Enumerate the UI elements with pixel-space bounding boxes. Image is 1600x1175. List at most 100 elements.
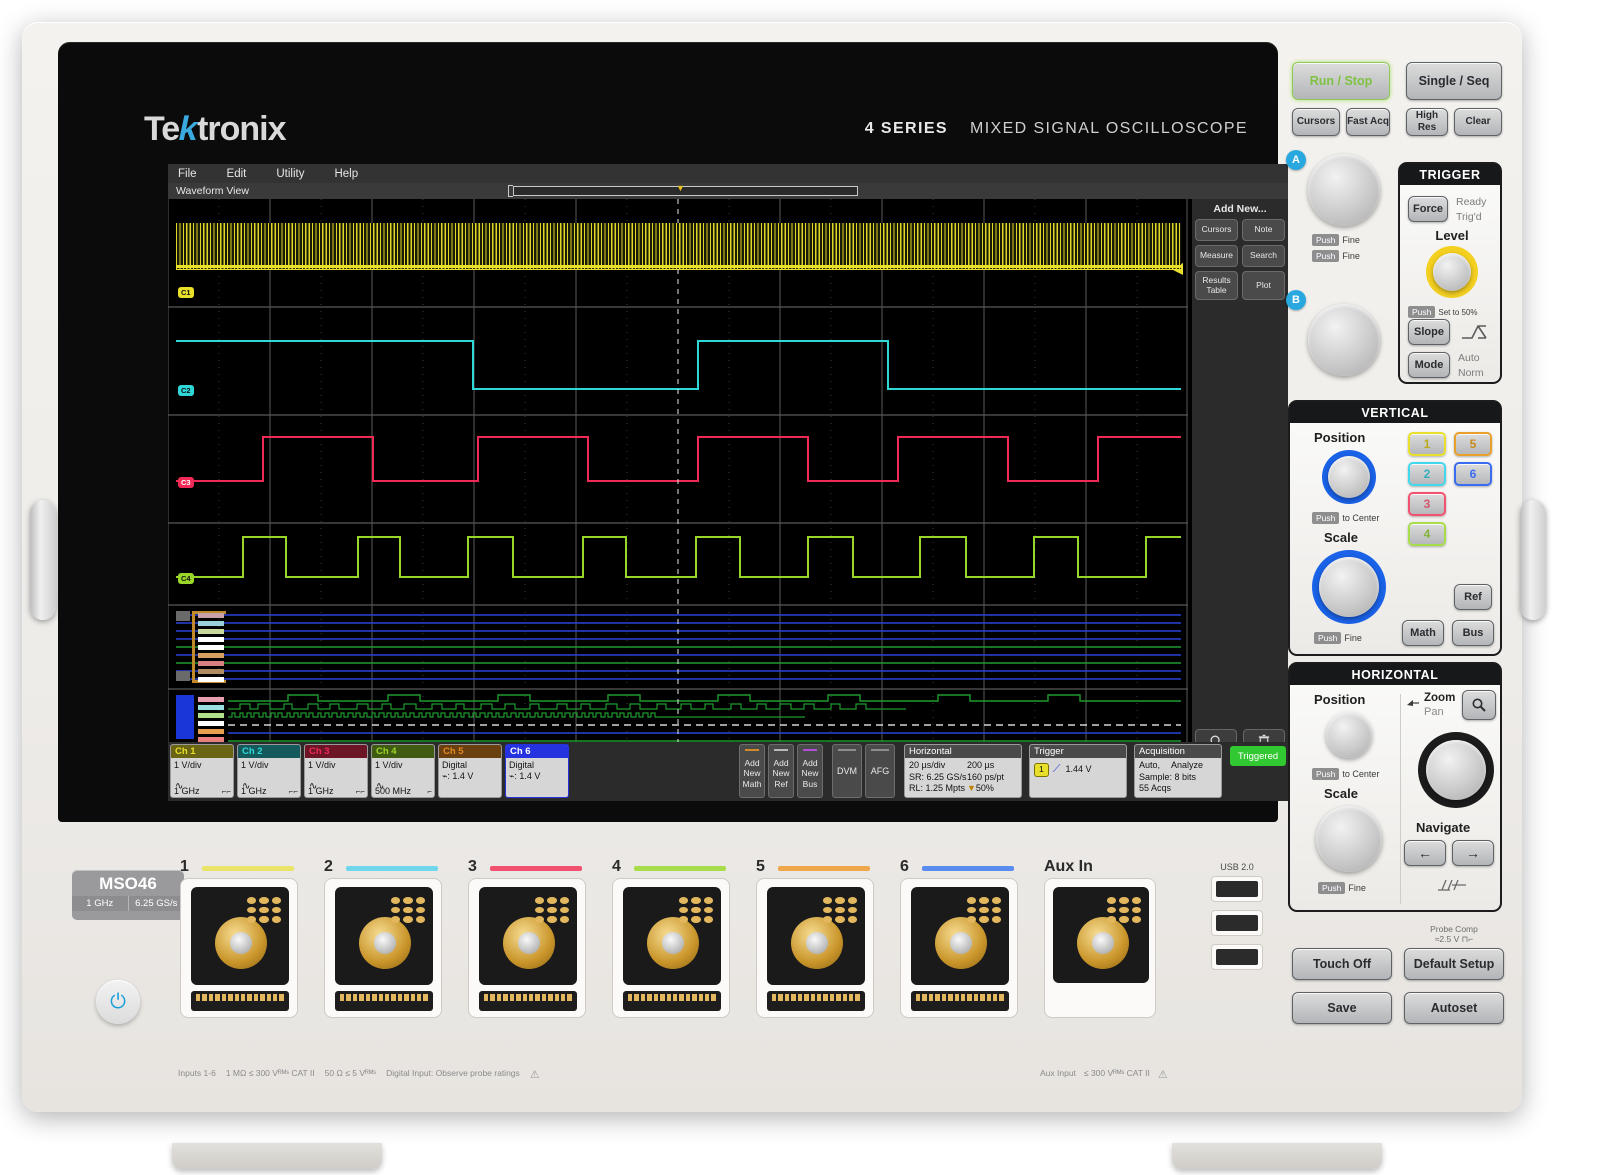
add-new-ref-button[interactable]: Add New Ref <box>768 744 794 798</box>
add-new-bus-button[interactable]: Add New Bus <box>797 744 823 798</box>
vertical-channel-6-button[interactable]: 6 <box>1454 462 1492 486</box>
mode-button[interactable]: Mode <box>1408 352 1450 378</box>
vertical-channel-1-button[interactable]: 1 <box>1408 432 1446 456</box>
probe-comp-line2: ≈2.5 V ⊓⌐ <box>1434 934 1474 944</box>
vertical-position-knob[interactable] <box>1328 456 1370 498</box>
front-panel-inputs: MSO46 1 GHz 6.25 GS/s ⏻ 1 2 3 4 5 6 Aux … <box>58 840 1280 1090</box>
power-icon[interactable]: ⏻ <box>96 980 140 1024</box>
channel-badge-ch6[interactable]: Ch 6 Digital ⌁: 1.4 V <box>505 744 569 798</box>
single-seq-button[interactable]: Single / Seq <box>1406 62 1502 100</box>
channel-tag-c2[interactable]: C2 <box>178 385 194 396</box>
math-button[interactable]: Math <box>1402 620 1444 646</box>
bnc-connector-3[interactable] <box>468 878 586 1018</box>
usb-port-3[interactable] <box>1211 944 1263 970</box>
badge-bandwidth: 1 GHz <box>241 786 267 796</box>
ref-button[interactable]: Ref <box>1454 584 1492 610</box>
bnc-connector-aux[interactable] <box>1044 878 1156 1018</box>
channel-badge-ch4[interactable]: Ch 4 1 V/div ∿ 500 MHz ⌐ <box>371 744 435 798</box>
menu-utility[interactable]: Utility <box>276 168 304 180</box>
default-setup-button[interactable]: Default Setup <box>1404 948 1504 980</box>
knob-b-push-group: Push Fine <box>1312 246 1360 264</box>
force-trigger-button[interactable]: Force <box>1408 196 1448 222</box>
set-to-50-label: Set to 50% <box>1438 308 1478 317</box>
touch-off-button[interactable]: Touch Off <box>1292 948 1392 980</box>
measure-button[interactable]: Measure <box>1195 245 1238 267</box>
zoom-pan-knob[interactable] <box>1426 740 1486 800</box>
usb-port-1[interactable] <box>1211 876 1263 902</box>
channel-color-stripe <box>202 866 294 871</box>
add-new-math-label: Add New Math <box>742 757 762 789</box>
trigger-position-marker[interactable]: ▼ <box>676 184 685 193</box>
trigger-level-knob[interactable] <box>1433 253 1471 291</box>
fine-print-50ohm: 50 Ω ≤ 5 Vᴿᴹˢ <box>324 1068 377 1078</box>
bnc-connector-1[interactable] <box>180 878 298 1018</box>
vertical-scale-knob[interactable] <box>1319 557 1379 617</box>
magnifier-icon[interactable] <box>1462 690 1496 720</box>
trigger-panel[interactable]: Trigger 1 ⟋ 1.44 V <box>1029 744 1127 798</box>
knob-a[interactable] <box>1308 154 1380 226</box>
usb-port-2[interactable] <box>1211 910 1263 936</box>
bnc-connector-6[interactable] <box>900 878 1018 1018</box>
acquisition-panel[interactable]: Acquisition Auto, Analyze Sample: 8 bits … <box>1134 744 1222 798</box>
horizontal-panel[interactable]: Horizontal 20 µs/div 200 µs SR: 6.25 GS/s… <box>904 744 1022 798</box>
run-stop-button[interactable]: Run / Stop <box>1292 62 1390 100</box>
add-new-math-button[interactable]: Add New Math <box>739 744 765 798</box>
navigate-label: Navigate <box>1416 820 1471 835</box>
clear-button[interactable]: Clear <box>1454 108 1502 136</box>
plot-button[interactable]: Plot <box>1242 271 1285 300</box>
foot-left <box>172 1143 382 1169</box>
save-button[interactable]: Save <box>1292 992 1392 1024</box>
bnc-connector-4[interactable] <box>612 878 730 1018</box>
pan-outer-ring[interactable] <box>1418 732 1494 808</box>
record-overview-bar[interactable] <box>513 186 858 196</box>
channel-tag-c3[interactable]: C3 <box>178 477 194 488</box>
acq-analyze: Analyze <box>1171 760 1204 770</box>
results-table-button[interactable]: Results Table <box>1195 271 1238 300</box>
to-center-label: to Center <box>1342 769 1380 779</box>
bus-button[interactable]: Bus <box>1452 620 1494 646</box>
slope-button[interactable]: Slope <box>1408 319 1450 345</box>
horizontal-scale-knob[interactable] <box>1316 806 1382 872</box>
trigger-group-title: TRIGGER <box>1400 164 1500 185</box>
menu-help[interactable]: Help <box>334 168 358 180</box>
menu-bar: File Edit Utility Help <box>168 164 1288 183</box>
note-button[interactable]: Note <box>1242 219 1285 241</box>
horizontal-position-knob[interactable] <box>1326 712 1372 758</box>
dvm-button[interactable]: DVM <box>832 744 862 798</box>
inputs-fine-print: Inputs 1-6 1 MΩ ≤ 300 Vᴿᴹˢ CAT II 50 Ω ≤… <box>178 1068 540 1081</box>
badge-threshold: ⌁: 1.4 V <box>509 771 541 781</box>
vertical-channel-2-button[interactable]: 2 <box>1408 462 1446 486</box>
afg-button[interactable]: AFG <box>865 744 895 798</box>
trigger-title: Trigger <box>1030 745 1126 758</box>
horizontal-resolution: 160 ps/pt <box>967 771 1005 782</box>
vertical-channel-5-button[interactable]: 5 <box>1454 432 1492 456</box>
zoom-pan-toggle-icon <box>1407 700 1419 706</box>
carry-handle-left <box>30 500 56 620</box>
bnc-connector-5[interactable] <box>756 878 874 1018</box>
cursors-button[interactable]: Cursors <box>1195 219 1238 241</box>
channel-badge-ch2[interactable]: Ch 2 1 V/div ∿ 1 GHz ⌐⌐ <box>237 744 301 798</box>
channel-badge-ch1[interactable]: Ch 1 1 V/div ∿ 1 GHz ⌐⌐ <box>170 744 234 798</box>
autoset-button[interactable]: Autoset <box>1404 992 1504 1024</box>
waveform-plot[interactable]: C1 C2 C3 C4 4 V 3 V 2 V 1 V 0 V -1 V -2 … <box>168 199 1288 772</box>
menu-file[interactable]: File <box>178 168 197 180</box>
horizontal-scale: 20 µs/div <box>909 760 946 770</box>
badge-scale: 1 V/div <box>308 760 336 770</box>
arrow-right-icon[interactable]: → <box>1452 840 1494 866</box>
vertical-channel-3-button[interactable]: 3 <box>1408 492 1446 516</box>
bnc-connector-2[interactable] <box>324 878 442 1018</box>
channel-tag-c4[interactable]: C4 <box>178 573 194 584</box>
search-button[interactable]: Search <box>1242 245 1285 267</box>
horizontal-position-label: Position <box>1314 692 1366 707</box>
knob-b[interactable] <box>1308 304 1380 376</box>
fast-acq-button[interactable]: Fast Acq <box>1346 108 1390 136</box>
channel-badge-ch3[interactable]: Ch 3 1 V/div ∿ 1 GHz ⌐⌐ <box>304 744 368 798</box>
fine-label: Fine <box>1344 633 1362 643</box>
channel-tag-c1[interactable]: C1 <box>178 287 194 298</box>
vertical-channel-4-button[interactable]: 4 <box>1408 522 1446 546</box>
arrow-left-icon[interactable]: ← <box>1404 840 1446 866</box>
menu-edit[interactable]: Edit <box>227 168 247 180</box>
cursors-button-hw[interactable]: Cursors <box>1292 108 1340 136</box>
channel-badge-ch5[interactable]: Ch 5 Digital ⌁: 1.4 V <box>438 744 502 798</box>
high-res-button[interactable]: High Res <box>1406 108 1448 136</box>
